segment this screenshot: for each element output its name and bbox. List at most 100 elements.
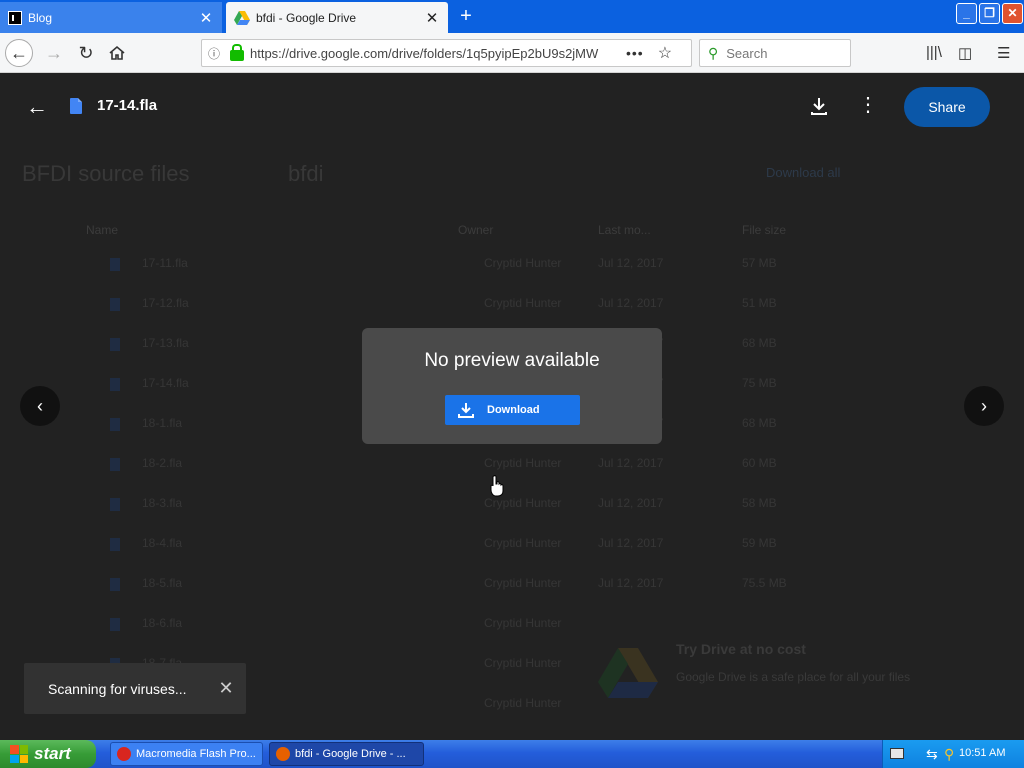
start-button[interactable]: start <box>0 740 96 768</box>
close-viewer-button[interactable]: ← <box>22 92 52 122</box>
previous-file-button[interactable]: ‹ <box>20 386 60 426</box>
file-date: Jul 12, 2017 <box>598 576 664 590</box>
system-tray: ⇆ ⚲ 10:51 AM <box>882 740 1024 768</box>
new-tab-plus-icon[interactable]: + <box>456 5 476 28</box>
chevron-right-icon: › <box>981 395 987 416</box>
reload-button[interactable]: ↻ <box>72 39 100 67</box>
file-icon <box>110 498 120 511</box>
taskbar-item-firefox[interactable]: bfdi - Google Drive - ... <box>269 742 424 766</box>
search-input[interactable]: ⚲ Search <box>699 39 851 67</box>
file-name: 17-14.fla <box>142 376 189 390</box>
promo-body: Google Drive is a safe place for all you… <box>676 670 911 684</box>
file-owner: Cryptid Hunter <box>484 256 562 270</box>
no-preview-message: No preview available <box>424 350 600 371</box>
table-row: 18-6.fla Cryptid Hunter <box>110 616 870 636</box>
next-file-button[interactable]: › <box>964 386 1004 426</box>
column-header-name: Name <box>86 223 119 237</box>
more-options-button[interactable]: ⋮ <box>858 93 878 119</box>
lock-icon[interactable] <box>230 43 244 61</box>
share-button[interactable]: Share <box>904 87 990 127</box>
google-drive-logo-icon <box>598 648 658 698</box>
column-header-last-modified: Last mo... <box>598 223 651 237</box>
reload-icon: ↻ <box>78 42 94 63</box>
scanning-toast: Scanning for viruses... ✕ <box>24 663 246 714</box>
forward-button[interactable]: → <box>40 39 68 67</box>
arrow-right-icon: → <box>45 42 63 63</box>
chevron-left-icon: ‹ <box>37 395 43 416</box>
windows-taskbar: start Macromedia Flash Pro... bfdi - Goo… <box>0 740 1024 768</box>
file-title: 17-14.fla <box>97 97 158 114</box>
file-name: 17-11.fla <box>142 256 188 270</box>
file-name: 18-4.fla <box>142 536 183 550</box>
file-owner: Cryptid Hunter <box>484 656 562 670</box>
clock: 10:51 AM <box>959 747 1006 759</box>
file-icon <box>110 298 120 311</box>
file-icon <box>110 618 120 631</box>
firefox-app-icon <box>276 747 290 761</box>
tab-google-drive[interactable]: bfdi - Google Drive ✕ <box>226 2 448 33</box>
windows-logo-icon <box>10 745 28 763</box>
back-button[interactable]: ← <box>5 39 33 67</box>
table-row: 17-11.fla Cryptid Hunter Jul 12, 2017 57 MB <box>110 256 870 276</box>
keyboard-tray-icon[interactable] <box>890 748 904 759</box>
taskbar-item-flash[interactable]: Macromedia Flash Pro... <box>110 742 263 766</box>
taskbar-item-label: Macromedia Flash Pro... <box>136 748 256 760</box>
window-close-button[interactable]: ✕ <box>1002 3 1023 24</box>
file-name: 18-2.fla <box>142 456 183 470</box>
network-tray-icon[interactable]: ⇆ <box>926 746 938 763</box>
file-size: 75.5 MB <box>742 576 787 590</box>
download-button[interactable] <box>806 93 832 119</box>
info-icon[interactable]: ⓘ <box>208 45 226 62</box>
file-owner: Cryptid Hunter <box>484 576 562 590</box>
file-owner: Cryptid Hunter <box>484 696 562 710</box>
file-owner: Cryptid Hunter <box>484 496 562 510</box>
file-size: 59 MB <box>742 536 777 550</box>
drive-file-viewer: BFDI source files bfdi Download all Name… <box>0 73 1024 740</box>
download-icon <box>458 403 474 418</box>
search-icon: ⚲ <box>708 44 719 61</box>
url-text[interactable]: https://drive.google.com/drive/folders/1… <box>250 46 608 61</box>
close-tab-icon[interactable]: ✕ <box>424 9 440 27</box>
google-drive-favicon-icon <box>234 10 250 25</box>
file-date: Jul 12, 2017 <box>598 296 664 310</box>
file-size: 68 MB <box>742 336 777 350</box>
file-owner: Cryptid Hunter <box>484 616 562 630</box>
file-owner: Cryptid Hunter <box>484 536 562 550</box>
browser-tab-strip: Blog ✕ bfdi - Google Drive ✕ + _ ❐ ✕ <box>0 0 1024 33</box>
sidebar-icon[interactable]: ◫ <box>958 44 972 62</box>
tab-blog[interactable]: Blog ✕ <box>0 2 222 33</box>
arrow-left-icon: ← <box>26 94 48 119</box>
file-size: 75 MB <box>742 376 777 390</box>
file-size: 60 MB <box>742 456 777 470</box>
home-button[interactable] <box>103 39 131 67</box>
file-owner: Cryptid Hunter <box>484 456 562 470</box>
column-header-file-size: File size <box>742 223 787 237</box>
download-all-link: Download all <box>766 165 841 180</box>
window-minimize-button[interactable]: _ <box>956 3 977 24</box>
search-placeholder: Search <box>726 45 768 61</box>
folder-title: BFDI source files <box>22 161 190 186</box>
file-name: 17-13.fla <box>142 336 189 350</box>
window-maximize-button[interactable]: ❐ <box>979 3 1000 24</box>
close-icon[interactable]: ✕ <box>206 678 246 699</box>
close-tab-icon[interactable]: ✕ <box>198 9 214 27</box>
address-bar[interactable]: ⓘ https://drive.google.com/drive/folders… <box>201 39 692 67</box>
file-icon <box>110 258 120 271</box>
download-icon <box>811 98 827 115</box>
file-owner: Cryptid Hunter <box>484 296 562 310</box>
bookmark-star-icon[interactable]: ☆ <box>658 43 672 63</box>
table-row: 18-2.fla Cryptid Hunter Jul 12, 2017 60 MB <box>110 456 870 476</box>
download-file-button[interactable]: Download <box>445 395 580 425</box>
breadcrumb: bfdi <box>288 161 324 186</box>
search-tray-icon[interactable]: ⚲ <box>944 746 954 763</box>
tab-title: bfdi - Google Drive <box>256 10 357 25</box>
start-label: start <box>34 744 71 763</box>
flash-app-icon <box>117 747 131 761</box>
tab-title: Blog <box>28 10 53 25</box>
library-icon[interactable]: |||\ <box>926 44 942 61</box>
file-size: 51 MB <box>742 296 777 310</box>
page-actions-icon[interactable]: ••• <box>626 45 644 61</box>
toast-message: Scanning for viruses... <box>48 680 187 697</box>
hamburger-menu-icon[interactable]: ☰ <box>997 44 1010 62</box>
file-name: 18-1.fla <box>142 416 183 430</box>
